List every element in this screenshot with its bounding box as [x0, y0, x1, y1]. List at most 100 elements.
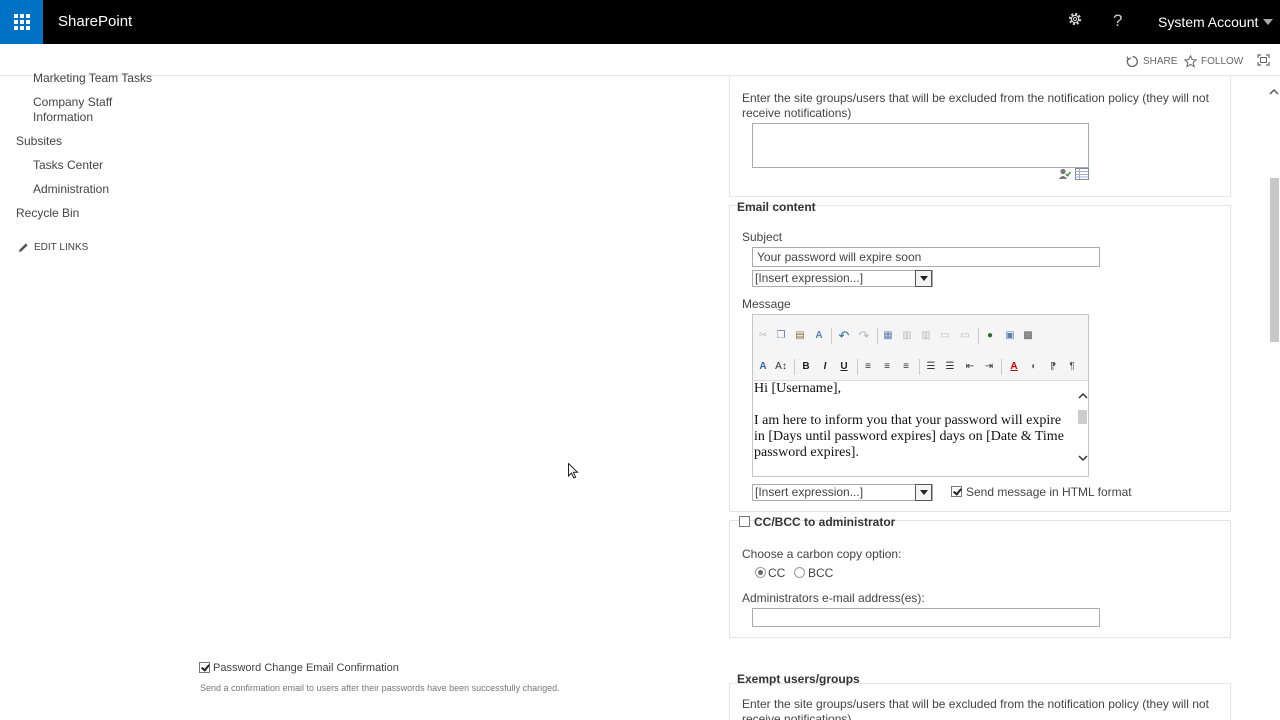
insert-column-icon[interactable]: ▥ [919, 329, 933, 343]
browse-directory-icon[interactable] [1075, 168, 1089, 180]
chevron-down-icon[interactable] [1263, 19, 1273, 25]
gear-icon [1068, 12, 1082, 26]
page-scrollbar[interactable] [1268, 76, 1280, 720]
nav-item-marketing-team-tasks[interactable]: Marketing Team Tasks [33, 71, 152, 86]
edit-links-button[interactable]: EDIT LINKS [18, 242, 88, 253]
exempt-users-picker[interactable] [752, 123, 1089, 168]
subject-insert-expression-select[interactable]: [Insert expression...] [752, 270, 933, 287]
cut-icon[interactable]: ✂ [756, 329, 770, 343]
bcc-label: BCC [808, 566, 834, 580]
message-line: password expires]. [754, 445, 859, 460]
editor-scrollbar[interactable] [1077, 381, 1088, 476]
decrease-indent-icon[interactable]: ⇤ [963, 360, 977, 374]
toolbar-separator [978, 328, 979, 344]
toolbar-separator [794, 359, 795, 375]
ccbcc-title: CC/BCC to administrator [754, 515, 896, 529]
nav-item-subsites[interactable]: Subsites [16, 134, 62, 149]
align-center-icon[interactable]: ≡ [880, 360, 894, 374]
bold-icon[interactable]: B [799, 360, 813, 374]
message-line: in [Days until password expires] days on… [754, 429, 1064, 444]
exempt-description-line2: receive notifications) [742, 106, 852, 120]
focus-icon [1257, 54, 1270, 66]
bulleted-list-icon[interactable]: ☰ [943, 360, 957, 374]
nav-item-company-staff[interactable]: Company Staff [33, 95, 112, 110]
paste-icon[interactable]: ▤ [793, 329, 807, 343]
align-left-icon[interactable]: ≡ [861, 360, 875, 374]
text-color-icon[interactable]: A [1007, 360, 1021, 374]
nav-item-recycle-bin[interactable]: Recycle Bin [16, 206, 79, 221]
password-change-confirmation-checkbox[interactable] [199, 662, 210, 673]
toolbar-separator [919, 359, 920, 375]
nav-item-tasks-center[interactable]: Tasks Center [33, 158, 103, 173]
insert-symbol-icon[interactable]: ▩ [1021, 329, 1035, 343]
check-names-icon[interactable] [1058, 168, 1071, 180]
italic-icon[interactable]: I [818, 360, 832, 374]
cc-radio[interactable] [755, 567, 766, 578]
editor-scroll-thumb[interactable] [1078, 410, 1087, 424]
toolbar-separator [857, 359, 858, 375]
bcc-radio[interactable] [794, 567, 805, 578]
message-line: I am here to inform you that your passwo… [754, 413, 1062, 428]
copy-icon[interactable]: ❐ [774, 329, 788, 343]
exempt-description-line1: Enter the site groups/users that will be… [742, 91, 1209, 105]
chevron-down-icon[interactable] [915, 484, 932, 501]
nav-item-company-staff-information[interactable]: Information [33, 110, 93, 125]
settings-button[interactable] [1067, 11, 1083, 32]
nav-item-administration[interactable]: Administration [33, 182, 109, 197]
insert-row-icon[interactable]: ▥ [900, 329, 914, 343]
font-size-icon[interactable]: A↕ [774, 360, 788, 374]
align-right-icon[interactable]: ≡ [899, 360, 913, 374]
ribbon-row: SHARE FOLLOW [0, 44, 1280, 76]
chevron-down-icon[interactable] [915, 270, 932, 287]
left-to-right-icon[interactable]: ⁋ [1046, 360, 1060, 374]
subject-insert-expression-value: [Insert expression...] [755, 271, 864, 285]
toolbar-separator [831, 328, 832, 344]
focus-on-content-button[interactable] [1257, 54, 1270, 66]
ccbcc-checkbox[interactable] [739, 516, 750, 527]
waffle-icon [13, 14, 30, 30]
redo-icon[interactable]: ↷ [857, 329, 871, 343]
font-icon[interactable]: A [756, 360, 770, 374]
brand-title[interactable]: SharePoint [58, 13, 132, 30]
message-insert-expression-value: [Insert expression...] [755, 485, 864, 499]
edit-links-label: EDIT LINKS [34, 242, 89, 253]
exempt-bottom-description-line1: Enter the site groups/users that will be… [742, 697, 1209, 711]
chevron-up-icon[interactable] [1269, 88, 1279, 95]
message-body[interactable]: Hi [Username], I am here to inform you t… [753, 381, 1078, 476]
chevron-up-icon[interactable] [1078, 392, 1088, 399]
insert-table-icon[interactable]: ▦ [881, 329, 895, 343]
spellcheck-icon[interactable]: A [812, 329, 826, 343]
insert-image-icon[interactable]: ▣ [1003, 329, 1017, 343]
app-launcher-button[interactable] [0, 0, 43, 44]
star-icon [1184, 55, 1197, 68]
account-menu[interactable]: System Account [1158, 14, 1258, 30]
follow-label: FOLLOW [1201, 56, 1244, 67]
insert-link-icon[interactable]: ● [983, 329, 997, 343]
subject-label: Subject [742, 230, 783, 244]
toolbar-separator [1001, 359, 1002, 375]
message-insert-expression-select[interactable]: [Insert expression...] [752, 484, 933, 501]
help-button[interactable]: ? [1113, 11, 1122, 31]
editor-toolbar: ✂ ❐ ▤ A ↶ ↷ ▦ ▥ ▥ ▭ ▭ ● ▣ ▩ A A↕ B I U ≡… [753, 315, 1088, 381]
subject-input[interactable]: Your password will expire soon [752, 247, 1100, 267]
follow-button[interactable]: FOLLOW [1184, 55, 1243, 68]
numbered-list-icon[interactable]: ☰ [924, 360, 938, 374]
underline-icon[interactable]: U [837, 360, 851, 374]
split-cells-icon[interactable]: ▭ [958, 329, 972, 343]
admin-email-input[interactable] [752, 608, 1100, 627]
share-button[interactable]: SHARE [1126, 55, 1177, 68]
exempt-bottom-description-line2: receive notifications) [742, 712, 852, 720]
right-to-left-icon[interactable]: ¶ [1065, 360, 1079, 374]
increase-indent-icon[interactable]: ⇥ [982, 360, 996, 374]
password-change-confirmation-description: Send a confirmation email to users after… [200, 683, 560, 693]
page-scroll-thumb[interactable] [1270, 178, 1279, 342]
email-content-title: Email content [737, 200, 816, 214]
html-format-checkbox[interactable] [951, 486, 962, 497]
cc-label: CC [768, 566, 786, 580]
message-line [754, 397, 1078, 413]
undo-icon[interactable]: ↶ [837, 329, 851, 343]
chevron-down-icon[interactable] [1078, 455, 1088, 462]
toolbar-separator [877, 328, 878, 344]
highlight-icon[interactable]: ◐ [1027, 360, 1041, 374]
merge-cells-icon[interactable]: ▭ [938, 329, 952, 343]
